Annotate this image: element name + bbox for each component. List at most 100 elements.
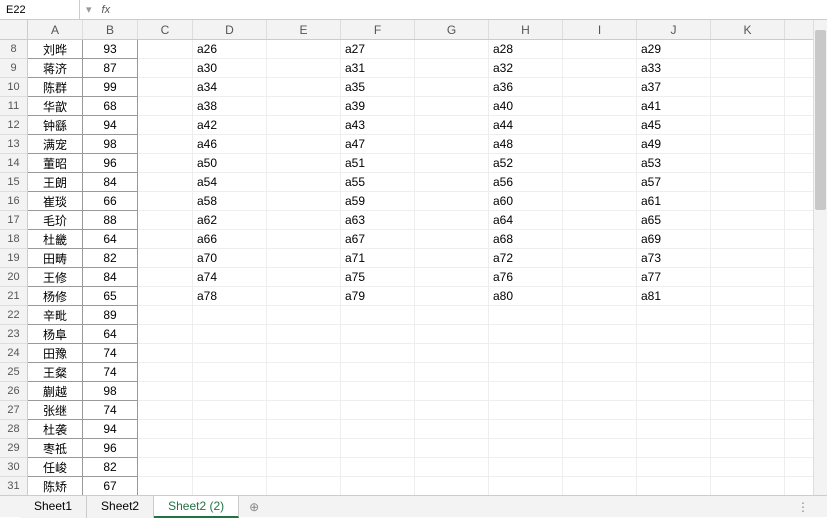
cell-B12[interactable]: 94 xyxy=(83,116,138,135)
row-header-27[interactable]: 27 xyxy=(0,401,28,420)
cell-A16[interactable]: 崔琰 xyxy=(28,192,83,211)
row-header-22[interactable]: 22 xyxy=(0,306,28,325)
row-header-24[interactable]: 24 xyxy=(0,344,28,363)
cell-G12[interactable] xyxy=(415,116,489,135)
cell-G29[interactable] xyxy=(415,439,489,458)
cell-I30[interactable] xyxy=(563,458,637,477)
cell-J30[interactable] xyxy=(637,458,711,477)
cell-extra11[interactable] xyxy=(785,97,815,116)
cell-H19[interactable]: a72 xyxy=(489,249,563,268)
cell-E9[interactable] xyxy=(267,59,341,78)
cell-F22[interactable] xyxy=(341,306,415,325)
cell-C16[interactable] xyxy=(138,192,193,211)
cell-K11[interactable] xyxy=(711,97,785,116)
cell-F30[interactable] xyxy=(341,458,415,477)
cell-B11[interactable]: 68 xyxy=(83,97,138,116)
cell-A17[interactable]: 毛玠 xyxy=(28,211,83,230)
cell-G8[interactable] xyxy=(415,40,489,59)
cell-B14[interactable]: 96 xyxy=(83,154,138,173)
cell-A11[interactable]: 华歆 xyxy=(28,97,83,116)
cell-A8[interactable]: 刘晔 xyxy=(28,40,83,59)
cell-C19[interactable] xyxy=(138,249,193,268)
cell-B10[interactable]: 99 xyxy=(83,78,138,97)
cell-J19[interactable]: a73 xyxy=(637,249,711,268)
cell-G10[interactable] xyxy=(415,78,489,97)
cell-H9[interactable]: a32 xyxy=(489,59,563,78)
cell-extra21[interactable] xyxy=(785,287,815,306)
cell-E30[interactable] xyxy=(267,458,341,477)
cell-extra12[interactable] xyxy=(785,116,815,135)
cell-E16[interactable] xyxy=(267,192,341,211)
cell-F12[interactable]: a43 xyxy=(341,116,415,135)
cell-J26[interactable] xyxy=(637,382,711,401)
cell-E20[interactable] xyxy=(267,268,341,287)
cell-extra10[interactable] xyxy=(785,78,815,97)
row-header-9[interactable]: 9 xyxy=(0,59,28,78)
cell-I31[interactable] xyxy=(563,477,637,495)
cell-B19[interactable]: 82 xyxy=(83,249,138,268)
cell-I28[interactable] xyxy=(563,420,637,439)
cell-K12[interactable] xyxy=(711,116,785,135)
cell-D14[interactable]: a50 xyxy=(193,154,267,173)
cell-F29[interactable] xyxy=(341,439,415,458)
cell-E28[interactable] xyxy=(267,420,341,439)
cell-I23[interactable] xyxy=(563,325,637,344)
cell-B8[interactable]: 93 xyxy=(83,40,138,59)
row-header-25[interactable]: 25 xyxy=(0,363,28,382)
cell-B26[interactable]: 98 xyxy=(83,382,138,401)
cell-H21[interactable]: a80 xyxy=(489,287,563,306)
cell-E19[interactable] xyxy=(267,249,341,268)
cell-C14[interactable] xyxy=(138,154,193,173)
cell-D23[interactable] xyxy=(193,325,267,344)
cell-I14[interactable] xyxy=(563,154,637,173)
row-header-13[interactable]: 13 xyxy=(0,135,28,154)
cell-G23[interactable] xyxy=(415,325,489,344)
cell-E12[interactable] xyxy=(267,116,341,135)
cell-A21[interactable]: 杨修 xyxy=(28,287,83,306)
cell-extra13[interactable] xyxy=(785,135,815,154)
cell-K24[interactable] xyxy=(711,344,785,363)
cell-F19[interactable]: a71 xyxy=(341,249,415,268)
cell-E11[interactable] xyxy=(267,97,341,116)
cell-A30[interactable]: 任峻 xyxy=(28,458,83,477)
cell-F31[interactable] xyxy=(341,477,415,495)
cell-J9[interactable]: a33 xyxy=(637,59,711,78)
cell-H20[interactable]: a76 xyxy=(489,268,563,287)
cell-K9[interactable] xyxy=(711,59,785,78)
cell-I9[interactable] xyxy=(563,59,637,78)
cell-C18[interactable] xyxy=(138,230,193,249)
column-header-B[interactable]: B xyxy=(83,20,138,39)
cell-A10[interactable]: 陈群 xyxy=(28,78,83,97)
cell-B28[interactable]: 94 xyxy=(83,420,138,439)
cell-G31[interactable] xyxy=(415,477,489,495)
cell-C11[interactable] xyxy=(138,97,193,116)
cell-C21[interactable] xyxy=(138,287,193,306)
cell-H13[interactable]: a48 xyxy=(489,135,563,154)
cell-extra25[interactable] xyxy=(785,363,815,382)
cell-extra15[interactable] xyxy=(785,173,815,192)
cell-F20[interactable]: a75 xyxy=(341,268,415,287)
row-header-10[interactable]: 10 xyxy=(0,78,28,97)
row-header-29[interactable]: 29 xyxy=(0,439,28,458)
cell-G21[interactable] xyxy=(415,287,489,306)
cell-extra24[interactable] xyxy=(785,344,815,363)
cell-I22[interactable] xyxy=(563,306,637,325)
select-all-corner[interactable] xyxy=(0,20,28,39)
row-header-19[interactable]: 19 xyxy=(0,249,28,268)
cell-H23[interactable] xyxy=(489,325,563,344)
cell-D19[interactable]: a70 xyxy=(193,249,267,268)
row-header-16[interactable]: 16 xyxy=(0,192,28,211)
column-header-F[interactable]: F xyxy=(341,20,415,39)
cell-I10[interactable] xyxy=(563,78,637,97)
cell-E15[interactable] xyxy=(267,173,341,192)
cell-I26[interactable] xyxy=(563,382,637,401)
cell-F11[interactable]: a39 xyxy=(341,97,415,116)
cell-H8[interactable]: a28 xyxy=(489,40,563,59)
column-header-C[interactable]: C xyxy=(138,20,193,39)
cell-extra14[interactable] xyxy=(785,154,815,173)
cell-G28[interactable] xyxy=(415,420,489,439)
cell-G16[interactable] xyxy=(415,192,489,211)
cell-I11[interactable] xyxy=(563,97,637,116)
cell-A29[interactable]: 枣祗 xyxy=(28,439,83,458)
cell-D8[interactable]: a26 xyxy=(193,40,267,59)
